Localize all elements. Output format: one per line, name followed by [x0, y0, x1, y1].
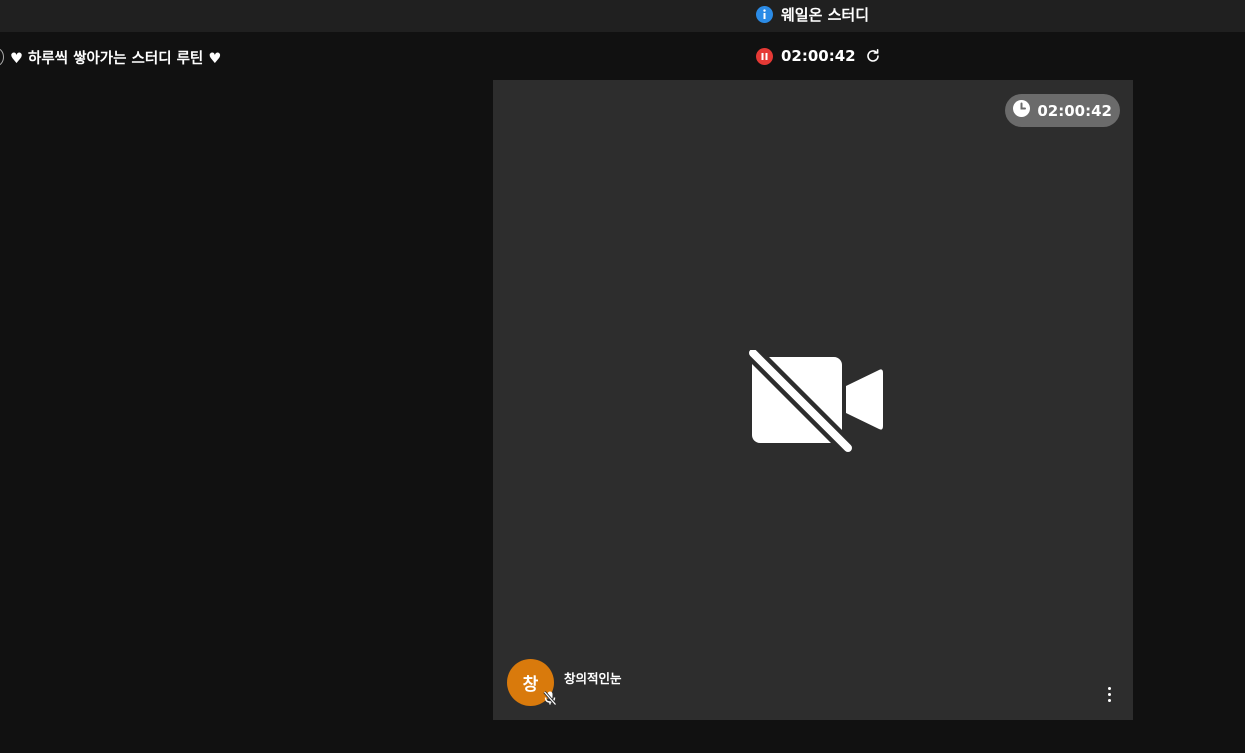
more-vertical-icon[interactable] [1099, 684, 1119, 704]
avatar: 창 [507, 658, 557, 706]
camera-off-icon [748, 349, 883, 452]
mic-off-icon [542, 690, 558, 706]
refresh-icon[interactable] [864, 47, 882, 65]
session-timer: 02:00:42 [756, 46, 882, 66]
participant-info: 창 창의적인눈 [507, 658, 622, 706]
menu-dot [1107, 692, 1111, 696]
room-notice-text: ♥ 하루씩 쌓아가는 스터디 루틴 ♥ [10, 50, 222, 67]
info-icon[interactable] [756, 5, 773, 23]
room-notice: ♥ 하루씩 쌓아가는 스터디 루틴 ♥ [0, 47, 221, 67]
pause-icon[interactable] [756, 47, 773, 65]
room-title-text: 웨일온 스터디 [781, 5, 870, 24]
menu-dot [1107, 698, 1111, 702]
notice-edge-icon [0, 48, 4, 66]
avatar-initial: 창 [522, 674, 539, 695]
session-elapsed: 02:00:42 [781, 47, 856, 65]
clock-icon [1012, 99, 1031, 122]
participant-name: 창의적인눈 [564, 670, 622, 686]
top-bar: 웨일온 스터디 [0, 0, 1245, 32]
menu-dot [1107, 686, 1111, 690]
room-title[interactable]: 웨일온 스터디 [756, 4, 869, 24]
tile-timer: 02:00:42 [1005, 94, 1120, 127]
video-tile[interactable]: 02:00:42 창 창의적인눈 [493, 80, 1133, 720]
subtitle-bar: ♥ 하루씩 쌓아가는 스터디 루틴 ♥ [0, 42, 1245, 72]
tile-timer-text: 02:00:42 [1037, 101, 1112, 120]
